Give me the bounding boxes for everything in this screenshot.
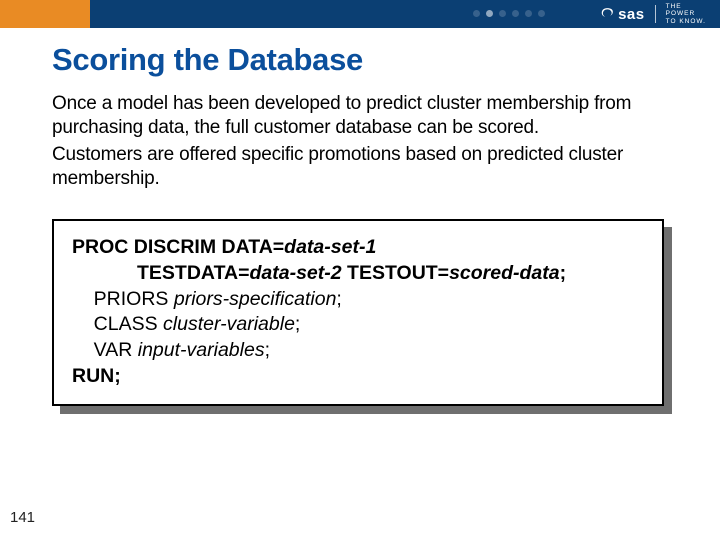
code-block: PROC DISCRIM DATA=data-set-1 TESTDATA=da… [52,219,664,405]
dot-active [486,10,493,17]
code-arg: priors-specification [174,288,337,310]
dot [473,10,480,17]
header-accent [0,0,90,28]
brand-block: sas THE POWER TO KNOW. [600,0,706,28]
code-punc: ; [336,288,341,310]
sas-swoosh-icon [600,7,614,21]
code-punc: ; [560,262,567,284]
code-line: PROC DISCRIM DATA=data-set-1 [72,235,646,261]
code-arg: cluster-variable [163,313,295,335]
code-kw: PRIORS [72,288,174,310]
code-line: CLASS cluster-variable; [72,312,646,338]
code-kw: TESTOUT= [342,262,449,284]
code-arg: scored-data [449,262,560,284]
dot [525,10,532,17]
code-line: VAR input-variables; [72,338,646,364]
dot [499,10,506,17]
header-bar: sas THE POWER TO KNOW. [0,0,720,28]
brand-divider [655,5,656,23]
dot [512,10,519,17]
tagline-line: THE [666,3,706,10]
code-kw: TESTDATA= [72,262,250,284]
code-line: RUN; [72,364,646,390]
code-kw: CLASS [72,313,163,335]
code-punc: ; [265,339,270,361]
code-arg: input-variables [138,339,265,361]
brand-tagline: THE POWER TO KNOW. [666,3,706,25]
slide-title: Scoring the Database [52,42,668,78]
code-line: TESTDATA=data-set-2 TESTOUT=scored-data; [72,261,646,287]
paragraph: Customers are offered specific promotion… [52,143,668,192]
content-area: Scoring the Database Once a model has be… [0,28,720,406]
tagline-line: POWER [666,10,706,17]
sas-logo: sas [600,6,645,23]
code-arg: data-set-2 [250,262,342,284]
page-number: 141 [10,509,35,526]
code-box: PROC DISCRIM DATA=data-set-1 TESTDATA=da… [52,219,664,405]
tagline-line: TO KNOW. [666,18,706,25]
code-line: PRIORS priors-specification; [72,287,646,313]
sas-logo-text: sas [618,6,645,23]
code-arg: data-set-1 [284,236,376,258]
slide: sas THE POWER TO KNOW. Scoring the Datab… [0,0,720,540]
paragraph: Once a model has been developed to predi… [52,92,668,141]
code-punc: ; [295,313,300,335]
dot [538,10,545,17]
code-kw: VAR [72,339,138,361]
code-kw: PROC DISCRIM DATA= [72,236,284,258]
code-kw: RUN; [72,365,121,387]
progress-dots [473,10,545,17]
